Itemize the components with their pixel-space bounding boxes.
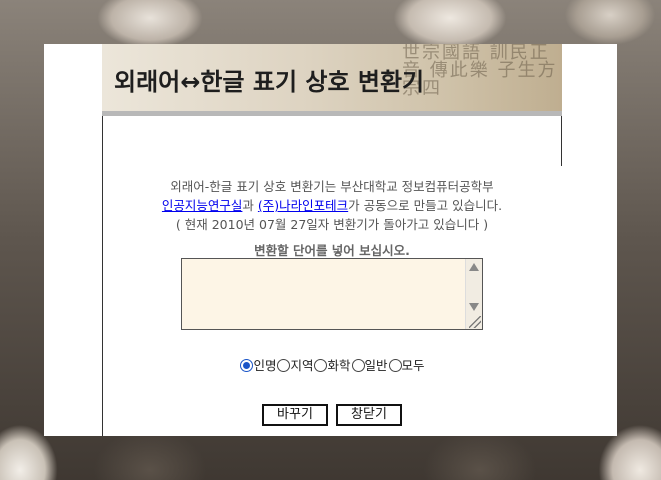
banner-underline <box>102 111 562 116</box>
convert-button[interactable]: 바꾸기 <box>262 404 328 426</box>
info-line-2: 인공지능연구실과 (주)나라인포테크가 공동으로 만들고 있습니다. <box>102 196 562 215</box>
option-general[interactable]: 일반 <box>351 358 388 373</box>
radio-person[interactable] <box>240 359 254 372</box>
scroll-down-icon[interactable] <box>469 303 479 311</box>
option-label-region: 지역 <box>290 358 314 373</box>
option-person[interactable]: 인명 <box>239 358 276 373</box>
info-line-3: ( 현재 2010년 07월 27일자 변환기가 돌아가고 있습니다 ) <box>175 217 489 232</box>
radio-chemistry[interactable] <box>314 359 328 372</box>
scroll-up-icon[interactable] <box>469 263 479 271</box>
option-chemistry[interactable]: 화학 <box>313 358 351 373</box>
ai-lab-link[interactable]: 인공지능연구실 <box>162 198 243 213</box>
word-input[interactable] <box>181 258 483 330</box>
right-divider <box>561 116 562 166</box>
page-title: 외래어↔한글 표기 상호 변환기 <box>114 68 425 96</box>
info-text: 외래어-한글 표기 상호 변환기는 부산대학교 정보컴퓨터공학부 인공지능연구실… <box>102 177 562 234</box>
option-label-all: 모두 <box>401 358 425 373</box>
radio-general[interactable] <box>351 359 365 372</box>
left-divider <box>102 116 103 436</box>
option-region[interactable]: 지역 <box>276 358 313 373</box>
option-label-chemistry: 화학 <box>327 358 351 373</box>
option-label-person: 인명 <box>253 358 277 373</box>
banner-decor-text: 世宗國語 訓民正音 傳此樂 子生方 宗四 <box>402 44 558 99</box>
resize-grip-icon[interactable] <box>469 316 481 328</box>
radio-region[interactable] <box>277 359 291 372</box>
info-line-1: 외래어-한글 표기 상호 변환기는 부산대학교 정보컴퓨터공학부 <box>170 179 494 194</box>
radio-all[interactable] <box>388 359 402 372</box>
input-prompt: 변환할 단어를 넣어 보십시오. <box>254 243 410 258</box>
banner: 世宗國語 訓民正音 傳此樂 子生方 宗四 외래어↔한글 표기 상호 변환기 <box>102 44 562 116</box>
info-line-2-rest: 가 공동으로 만들고 있습니다. <box>348 198 503 213</box>
info-conjunction: 과 <box>242 198 258 213</box>
option-label-general: 일반 <box>364 358 388 373</box>
option-all[interactable]: 모두 <box>388 358 425 373</box>
close-window-button[interactable]: 창닫기 <box>336 404 402 426</box>
button-row: 바꾸기 창닫기 <box>262 404 402 426</box>
narainfotech-link[interactable]: (주)나라인포테크 <box>258 198 348 213</box>
category-options: 인명 지역 화학 일반 모두 <box>102 355 562 374</box>
